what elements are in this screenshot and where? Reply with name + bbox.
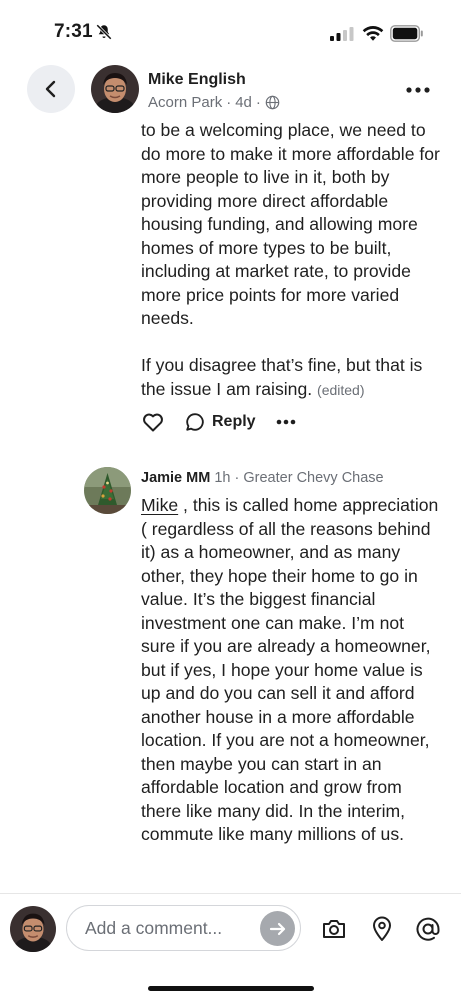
comment-text: , this is called home appreciation ( reg… bbox=[141, 495, 439, 844]
location-button[interactable] bbox=[368, 915, 396, 943]
camera-icon bbox=[323, 920, 345, 938]
back-button[interactable] bbox=[27, 65, 75, 113]
post-age: 4d bbox=[235, 94, 252, 111]
author-name[interactable]: Mike English bbox=[148, 71, 246, 89]
meta-separator: · bbox=[226, 94, 232, 111]
post-paragraph-last: If you disagree that’s fine, but that is… bbox=[141, 354, 441, 402]
my-avatar[interactable] bbox=[10, 906, 56, 952]
edited-label: (edited) bbox=[317, 381, 365, 398]
author-neighborhood[interactable]: Acorn Park bbox=[148, 94, 222, 111]
bell-off-icon bbox=[96, 24, 112, 40]
chevron-left-icon bbox=[45, 80, 56, 98]
status-bar: 7:31 bbox=[0, 0, 461, 62]
post-actions: Reply bbox=[141, 409, 298, 435]
status-time: 7:31 bbox=[54, 21, 93, 42]
comment-composer-bar bbox=[0, 893, 461, 1000]
commenter-avatar[interactable] bbox=[84, 467, 131, 514]
more-horizontal-icon bbox=[276, 419, 295, 425]
heart-icon[interactable] bbox=[141, 410, 165, 434]
post-paragraph-text: If you disagree that’s fine, but that is… bbox=[141, 355, 423, 399]
comment-box bbox=[66, 905, 301, 951]
mention-link[interactable]: Mike bbox=[141, 495, 178, 515]
signal-icon bbox=[330, 27, 354, 41]
post-body: to be a welcoming place, we need to do m… bbox=[141, 119, 441, 402]
comment-body: Mike , this is called home appreciation … bbox=[141, 494, 441, 847]
globe-icon bbox=[265, 95, 280, 110]
send-button[interactable] bbox=[260, 911, 295, 946]
meta-separator: · bbox=[234, 470, 240, 486]
location-pin-icon bbox=[373, 916, 391, 941]
arrow-right-icon bbox=[269, 922, 285, 935]
speech-bubble-icon bbox=[186, 413, 204, 431]
post-meta: Acorn Park · 4d · bbox=[148, 94, 280, 111]
comment-header: Jamie MM 1h · Greater Chevy Chase bbox=[141, 470, 384, 486]
commenter-neighborhood[interactable]: Greater Chevy Chase bbox=[243, 470, 383, 486]
home-indicator[interactable] bbox=[148, 986, 314, 991]
at-sign-icon bbox=[416, 917, 440, 941]
more-horizontal-icon bbox=[406, 87, 430, 93]
author-avatar[interactable] bbox=[91, 65, 139, 113]
camera-button[interactable] bbox=[320, 915, 348, 943]
post-paragraph: to be a welcoming place, we need to do m… bbox=[141, 120, 440, 328]
post-more-button[interactable] bbox=[276, 412, 298, 432]
comment-age: 1h bbox=[214, 470, 231, 486]
commenter-name[interactable]: Jamie MM bbox=[141, 470, 210, 486]
meta-separator: · bbox=[255, 94, 261, 111]
reply-label: Reply bbox=[212, 413, 256, 430]
reply-button[interactable]: Reply bbox=[184, 411, 256, 433]
post-header: Mike English Acorn Park · 4d · bbox=[0, 62, 461, 120]
battery-icon bbox=[390, 25, 423, 42]
more-options-button[interactable] bbox=[404, 80, 432, 100]
wifi-icon bbox=[362, 26, 384, 41]
comment-input[interactable] bbox=[85, 906, 255, 950]
mention-button[interactable] bbox=[414, 915, 442, 943]
